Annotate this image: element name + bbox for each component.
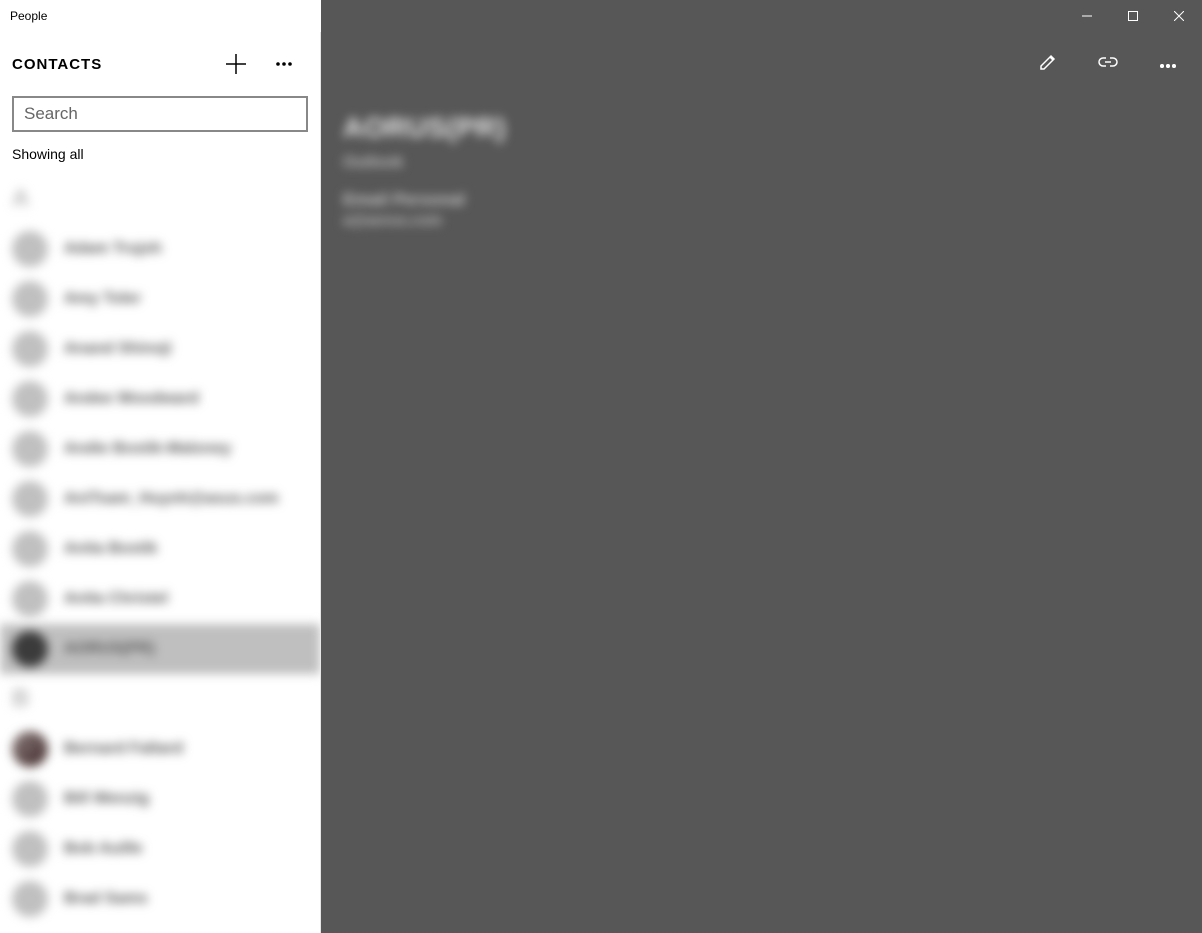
contact-name: AniTsam_Huynh@asus.com (64, 490, 278, 508)
avatar (12, 731, 48, 767)
avatar (12, 631, 48, 667)
contact-detail-name: AORUS(PR) (343, 112, 1202, 144)
avatar (12, 831, 48, 867)
detail-field-label: Email Personal (343, 190, 1202, 210)
avatar (12, 481, 48, 517)
avatar (12, 231, 48, 267)
contact-name: Anand Shinoji (64, 340, 172, 358)
contact-item[interactable]: Bob Auille (0, 824, 320, 874)
letter-label: A (12, 185, 29, 213)
contact-item[interactable]: Brad Sams (0, 874, 320, 924)
window-title: People (0, 0, 321, 32)
contact-detail-account: Outlook (343, 154, 1202, 172)
detail-field-value[interactable]: a@aorus.com (343, 212, 1202, 229)
search-input[interactable] (12, 96, 308, 132)
contact-item[interactable]: Bill Wenzig (0, 774, 320, 824)
contact-item[interactable]: Adam Trujoh (0, 224, 320, 274)
title-bar: People (0, 0, 1202, 32)
avatar (12, 281, 48, 317)
sidebar: CONTACTS Showing all A Adam Trujoh Amy Tol… (0, 32, 321, 933)
contact-name: AORUS(PR) (64, 640, 155, 658)
avatar (12, 381, 48, 417)
contacts-heading: CONTACTS (12, 56, 212, 73)
contact-name: Bernard Faltard (64, 740, 183, 758)
contact-item[interactable]: Andee Woodward (0, 374, 320, 424)
minimize-button[interactable] (1064, 0, 1110, 32)
close-button[interactable] (1156, 0, 1202, 32)
contact-name: Bill Wenzig (64, 790, 149, 808)
contact-name: Amy Toler (64, 290, 141, 308)
contact-item[interactable]: AniTsam_Huynh@asus.com (0, 474, 320, 524)
contact-name: Anita Christel (64, 590, 168, 608)
avatar (12, 581, 48, 617)
avatar (12, 531, 48, 567)
maximize-button[interactable] (1110, 0, 1156, 32)
contact-name: Andee Woodward (64, 390, 199, 408)
add-contact-button[interactable] (212, 40, 260, 88)
letter-header[interactable]: A (0, 174, 320, 224)
contact-name: Bob Auille (64, 840, 143, 858)
contact-name: Anita Bostik (64, 540, 157, 558)
contact-list: A Adam Trujoh Amy Toler Anand Shinoji Andee … (0, 174, 320, 933)
contact-name: Andie Bostik-Maloney (64, 440, 231, 458)
contact-item[interactable]: Amy Toler (0, 274, 320, 324)
detail-pane: AORUS(PR) Outlook Email Personal a@aorus.… (321, 32, 1202, 933)
avatar (12, 331, 48, 367)
letter-label: B (12, 685, 29, 713)
contact-item[interactable]: Anita Christel (0, 574, 320, 624)
contact-item[interactable]: Bernard Faltard (0, 724, 320, 774)
contact-name: Adam Trujoh (64, 240, 162, 258)
contact-item[interactable]: Andie Bostik-Maloney (0, 424, 320, 474)
avatar (12, 431, 48, 467)
avatar (12, 781, 48, 817)
filter-status[interactable]: Showing all (0, 142, 320, 174)
avatar (12, 881, 48, 917)
contact-name: Brad Sams (64, 890, 148, 908)
contact-item[interactable]: AORUS(PR) (0, 624, 320, 674)
more-options-button[interactable] (260, 40, 308, 88)
contact-item[interactable]: Anita Bostik (0, 524, 320, 574)
letter-header[interactable]: B (0, 674, 320, 724)
contact-item[interactable]: Anand Shinoji (0, 324, 320, 374)
